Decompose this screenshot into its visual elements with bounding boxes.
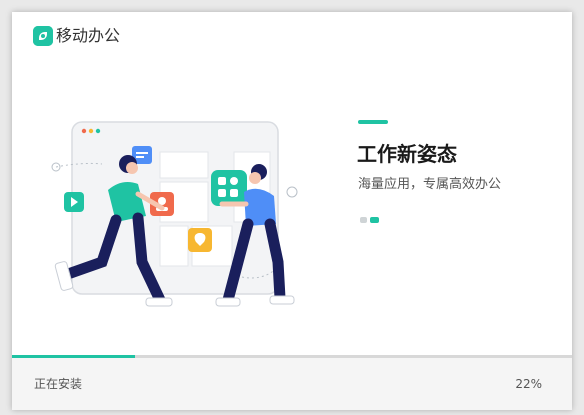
app-title: 移动办公 — [56, 26, 121, 45]
installer-window: 移动办公 工作新姿态 海量应用，专属高效办公 正在安装 22% — [12, 12, 572, 410]
accent-bar — [358, 120, 388, 124]
team-collaboration-illustration — [42, 112, 312, 312]
carousel-indicator — [360, 217, 379, 223]
carousel-dot[interactable] — [360, 217, 367, 223]
install-status-text: 正在安装 — [34, 377, 83, 391]
slide-subline: 海量应用，专属高效办公 — [358, 177, 502, 192]
install-percent-text: 22% — [515, 377, 542, 391]
carousel-dot-active[interactable] — [370, 217, 379, 223]
app-logo-icon — [33, 26, 53, 46]
title-bar: 移动办公 — [12, 12, 572, 60]
slide-headline: 工作新姿态 — [357, 142, 457, 166]
status-footer: 正在安装 22% — [12, 358, 572, 410]
